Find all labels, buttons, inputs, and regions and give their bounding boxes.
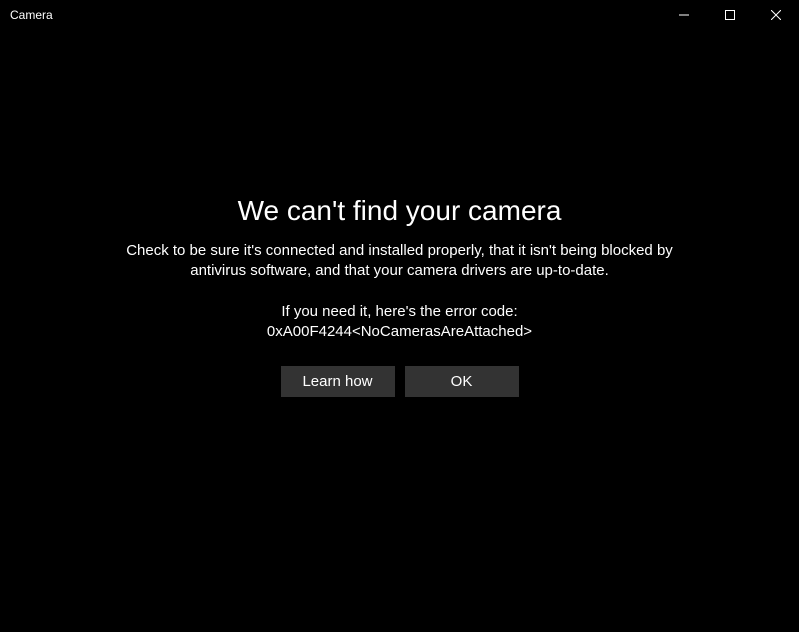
error-description: Check to be sure it's connected and inst… bbox=[120, 241, 680, 282]
error-content: We can't find your camera Check to be su… bbox=[0, 0, 799, 632]
error-code-intro: If you need it, here's the error code: bbox=[281, 302, 517, 322]
button-row: Learn how OK bbox=[281, 366, 519, 397]
ok-button[interactable]: OK bbox=[405, 366, 519, 397]
learn-how-button[interactable]: Learn how bbox=[281, 366, 395, 397]
error-heading: We can't find your camera bbox=[238, 195, 562, 227]
error-code: 0xA00F4244<NoCamerasAreAttached> bbox=[267, 322, 532, 342]
